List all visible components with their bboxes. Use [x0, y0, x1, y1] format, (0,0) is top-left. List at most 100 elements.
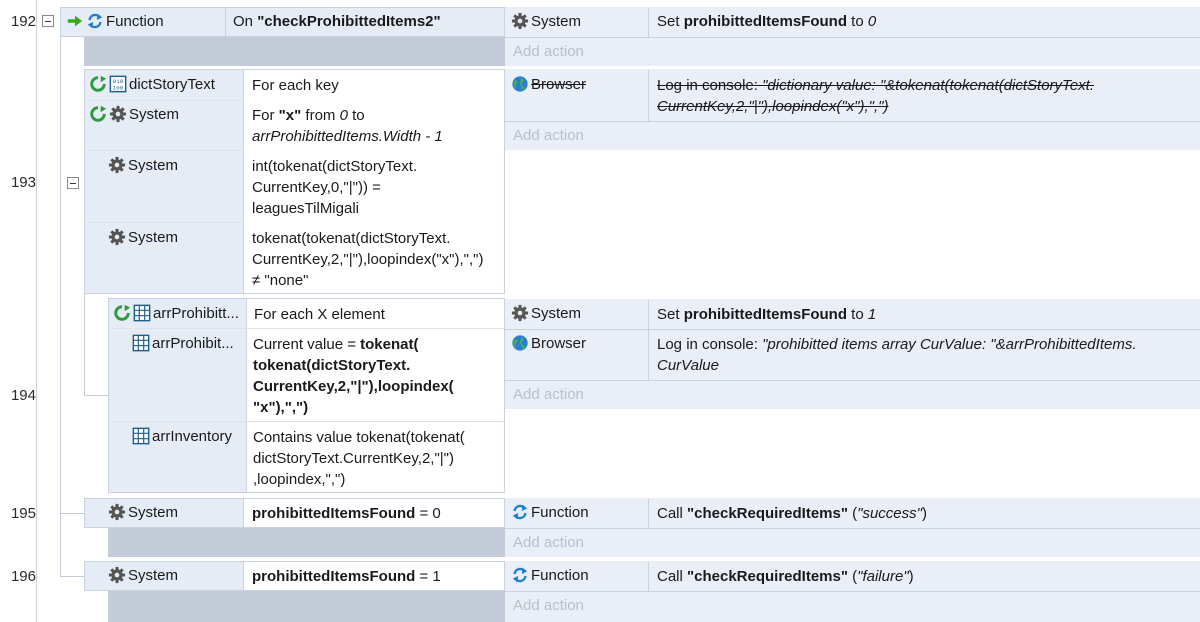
condition-line: CurrentKey,0,"|")) = [252, 179, 381, 196]
e193-cond3[interactable]: int(tokenat(dictStoryText. CurrentKey,0,… [252, 156, 417, 219]
condition-line: CurrentKey,2,"|"),loopindex("x"),",") [252, 251, 484, 268]
array-icon [132, 427, 150, 445]
array-icon [133, 304, 151, 322]
loop-name: "x" [278, 107, 302, 124]
variable-name: prohibittedItemsFound [683, 13, 848, 30]
loop-icon [89, 105, 107, 123]
object-name: arrInventory [152, 427, 233, 445]
variable-name: prohibittedItemsFound [683, 306, 848, 323]
gear-icon [108, 503, 126, 521]
e195-action-object[interactable]: Function [511, 503, 589, 521]
browser-globe-icon [511, 334, 529, 352]
event-192-action[interactable]: Set prohibittedItemsFound to 0 [657, 13, 876, 30]
line-number: 196 [10, 568, 36, 585]
condition-text: Current value = [253, 336, 361, 353]
expression: CurrentKey,2,"|"),loopindex( [253, 378, 454, 395]
action-text: Set [657, 306, 684, 323]
gear-icon [511, 12, 529, 30]
object-name: Function [531, 503, 589, 521]
e194-cond3[interactable]: Contains value tokenat(tokenat( dictStor… [253, 427, 465, 490]
add-action-link[interactable]: Add action [513, 534, 584, 551]
trigger-arrow-icon [66, 12, 84, 30]
e194-action1-object[interactable]: System [511, 304, 581, 322]
expression: "x"),",") [253, 399, 309, 416]
e196-action[interactable]: Call "checkRequiredItems" ("failure") [657, 568, 914, 585]
condition-line: dictStoryText.CurrentKey,2,"|") [253, 450, 454, 467]
collapse-toggle[interactable] [67, 177, 79, 189]
row-divider [109, 328, 504, 329]
object-name: System [531, 304, 582, 322]
e194-action1[interactable]: Set prohibittedItemsFound to 1 [657, 306, 876, 323]
e195-condition[interactable]: prohibittedItemsFound = 0 [252, 505, 441, 522]
action-text: ( [847, 568, 858, 585]
condition-text: = 1 [415, 568, 441, 585]
object-name: System [129, 105, 180, 123]
gear-icon [108, 566, 126, 584]
object-name: System [128, 503, 179, 521]
condition-line: leaguesTilMigali [252, 200, 359, 217]
e193-action-object[interactable]: Browser [511, 75, 586, 93]
object-name: arrProhibitt... [153, 304, 239, 322]
e194-cond3-object[interactable]: arrInventory [132, 427, 232, 445]
event-192-condition[interactable]: On "checkProhibittedItems2" [233, 13, 441, 30]
object-name: Function [531, 566, 589, 584]
e195-action[interactable]: Call "checkRequiredItems" ("success") [657, 505, 927, 522]
function-name: "checkRequiredItems" [687, 505, 848, 522]
e193-cond4[interactable]: tokenat(tokenat(dictStoryText. CurrentKe… [252, 228, 483, 291]
add-action-link[interactable]: Add action [513, 597, 584, 614]
condition-text: to [347, 107, 365, 124]
collapse-toggle[interactable] [42, 15, 54, 27]
e194-action2-object[interactable]: Browser [511, 334, 586, 352]
gear-icon [511, 304, 529, 322]
column-divider [243, 562, 244, 590]
column-divider [648, 300, 649, 380]
loop-icon [113, 304, 131, 322]
row-divider [109, 421, 504, 422]
e196-object[interactable]: System [108, 566, 178, 584]
function-icon [511, 566, 529, 584]
tree-line [60, 576, 84, 577]
e193-cond2-object[interactable]: System [89, 105, 179, 123]
condition-line: ,loopindex,",") [253, 471, 346, 488]
value: 0 [867, 13, 877, 30]
e193-cond1-object[interactable]: dictStoryText [89, 75, 215, 93]
event-192-object[interactable]: Function [66, 12, 164, 30]
line-number: 195 [10, 505, 36, 522]
expression: "prohibitted items array CurValue: "&arr… [762, 336, 1137, 353]
event-196-body [108, 591, 505, 622]
e194-action2[interactable]: Log in console: "prohibitted items array… [657, 334, 1137, 376]
e194-cond1[interactable]: For each X element [254, 306, 385, 323]
column-divider [648, 562, 649, 591]
loop-icon [89, 75, 107, 93]
expression: CurValue [657, 357, 719, 374]
expression: tokenat( [360, 336, 419, 353]
e194-cond1-object[interactable]: arrProhibitt... [113, 304, 245, 322]
event-192-action-object[interactable]: System [511, 12, 581, 30]
add-action-link[interactable]: Add action [513, 386, 584, 403]
e193-action-disabled[interactable]: Log in console: "dictionary value: "&tok… [657, 75, 1094, 117]
e195-object[interactable]: System [108, 503, 178, 521]
e193-cond2[interactable]: For "x" from 0 to arrProhibittedItems.Wi… [252, 105, 443, 147]
e193-cond3-object[interactable]: System [108, 156, 178, 174]
column-divider [243, 499, 244, 527]
tree-line [60, 513, 84, 514]
e194-cond2[interactable]: Current value = tokenat( tokenat(dictSto… [253, 334, 454, 418]
value: 1 [867, 306, 877, 323]
e196-condition[interactable]: prohibittedItemsFound = 1 [252, 568, 441, 585]
add-action-link[interactable]: Add action [513, 127, 584, 144]
condition-text: On [233, 13, 258, 30]
row-divider [505, 380, 1200, 381]
e194-cond2-object[interactable]: arrProhibit... [132, 334, 245, 352]
dictionary-icon [109, 75, 127, 93]
action-text: ( [847, 505, 858, 522]
e193-cond1[interactable]: For each key [252, 77, 339, 94]
e196-action-object[interactable]: Function [511, 566, 589, 584]
e193-cond4-object[interactable]: System [108, 228, 178, 246]
add-action-link[interactable]: Add action [513, 43, 584, 60]
action-text: to [847, 13, 868, 30]
object-name: dictStoryText [129, 75, 215, 93]
column-divider [225, 8, 226, 36]
condition-text: = 0 [415, 505, 441, 522]
object-name: System [531, 12, 582, 30]
function-icon [511, 503, 529, 521]
